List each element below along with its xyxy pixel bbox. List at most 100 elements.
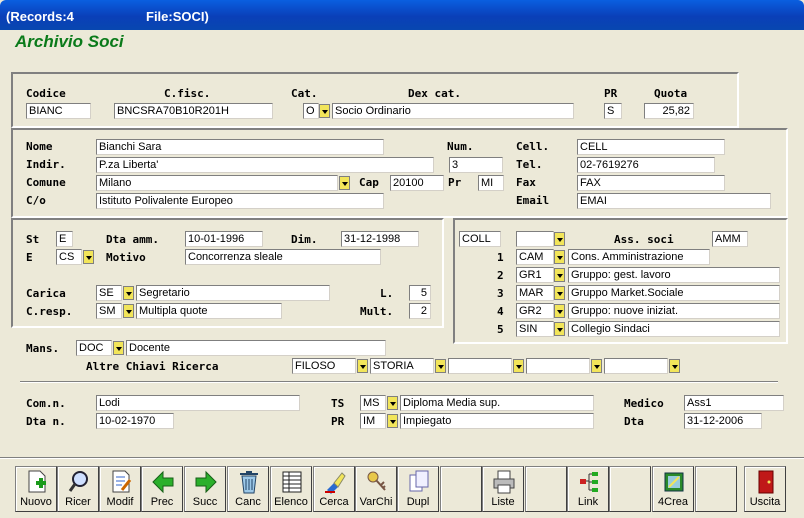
assoc-code-field[interactable]: GR1 (516, 267, 554, 283)
carica-code-field[interactable]: SE (96, 285, 122, 301)
prov-field[interactable]: MI (478, 175, 504, 191)
ts-code-field[interactable]: MS (360, 395, 386, 411)
pr-desc-field[interactable]: Impiegato (400, 413, 594, 429)
cresp-dropdown-icon[interactable] (123, 304, 134, 318)
carica-desc-field[interactable]: Segretario (136, 285, 330, 301)
label-pr-prov: Pr (448, 176, 462, 189)
assoc-dropdown-icon[interactable] (554, 322, 565, 336)
assoc-dropdown-icon[interactable] (554, 304, 565, 318)
assoc-desc-field[interactable]: Gruppo: gest. lavoro (568, 267, 780, 283)
ass-code-field[interactable]: AMM (712, 231, 748, 247)
cresp-code-field[interactable]: SM (96, 303, 122, 319)
toolbar-button-dupl[interactable]: Dupl (397, 466, 439, 512)
cat-dropdown-icon[interactable] (319, 104, 330, 118)
assoc-code-field[interactable]: SIN (516, 321, 554, 337)
assoc-desc-field[interactable]: Cons. Amministrazione (568, 249, 710, 265)
toolbar-button-link[interactable]: Link (567, 466, 609, 512)
nome-field[interactable]: Bianchi Sara (96, 139, 384, 155)
comn-field[interactable]: Lodi (96, 395, 300, 411)
coll-select-field[interactable] (516, 231, 554, 247)
ts-desc-field[interactable]: Diploma Media sup. (400, 395, 594, 411)
toolbar-button-elenco[interactable]: Elenco (270, 466, 312, 512)
quota-field[interactable]: 25,82 (644, 103, 694, 119)
fax-field[interactable]: FAX (577, 175, 725, 191)
chiave4-field[interactable] (526, 358, 590, 374)
assoc-dropdown-icon[interactable] (554, 286, 565, 300)
pr-code-field[interactable]: IM (360, 413, 386, 429)
assoc-code-field[interactable]: CAM (516, 249, 554, 265)
assoc-desc-field[interactable]: Collegio Sindaci (568, 321, 780, 337)
mult-field[interactable]: 2 (409, 303, 431, 319)
medico-field[interactable]: Ass1 (684, 395, 784, 411)
comune-field[interactable]: Milano (96, 175, 338, 191)
toolbar-button-prec[interactable]: Prec (141, 466, 183, 512)
e-code-field[interactable]: CS (56, 249, 82, 265)
indir-field[interactable]: P.za Liberta' (96, 157, 434, 173)
co-field[interactable]: Istituto Polivalente Europeo (96, 193, 384, 209)
carica-dropdown-icon[interactable] (123, 286, 134, 300)
l-field[interactable]: 5 (409, 285, 431, 301)
dtaamm-field[interactable]: 10-01-1996 (185, 231, 263, 247)
chiave2-field[interactable]: STORIA (370, 358, 434, 374)
toolbar-button-cerca[interactable]: Cerca (313, 466, 355, 512)
dim-field[interactable]: 31-12-1998 (341, 231, 419, 247)
chiave5-field[interactable] (604, 358, 668, 374)
toolbar-button-4crea[interactable]: 4Crea (652, 466, 694, 512)
toolbar-button-canc[interactable]: Canc (227, 466, 269, 512)
label-e: E (26, 251, 33, 264)
e-dropdown-icon[interactable] (83, 250, 94, 264)
toolbar-button-label: Liste (491, 496, 515, 508)
assoc-code-field[interactable]: GR2 (516, 303, 554, 319)
toolbar-button-succ[interactable]: Succ (184, 466, 226, 512)
toolbar-button-varchi[interactable]: VarChi (355, 466, 397, 512)
toolbar-button-label: Nuovo (20, 496, 52, 508)
toolbar-button-label: Prec (150, 496, 174, 508)
cat-desc-field[interactable]: Socio Ordinario (332, 103, 574, 119)
toolbar-button-empty[interactable] (695, 466, 737, 512)
mans-code-field[interactable]: DOC (76, 340, 112, 356)
pr-dropdown-icon[interactable] (387, 414, 398, 428)
comune-dropdown-icon[interactable] (339, 176, 350, 190)
codice-field[interactable]: BIANC (26, 103, 91, 119)
assoc-dropdown-icon[interactable] (554, 268, 565, 282)
toolbar-button-uscita[interactable]: Uscita (744, 466, 786, 512)
dta-field[interactable]: 31-12-2006 (684, 413, 762, 429)
assoc-desc-field[interactable]: Gruppo Market.Sociale (568, 285, 780, 301)
chiave2-dropdown-icon[interactable] (435, 359, 446, 373)
tel-field[interactable]: 02-7619276 (577, 157, 715, 173)
chiave3-field[interactable] (448, 358, 512, 374)
assoc-desc-field[interactable]: Gruppo: nuove iniziat. (568, 303, 780, 319)
toolbar-divider (0, 457, 804, 459)
chiave1-dropdown-icon[interactable] (357, 359, 368, 373)
mans-dropdown-icon[interactable] (113, 341, 124, 355)
coll-field[interactable]: COLL (459, 231, 501, 247)
toolbar-button-liste[interactable]: Liste (482, 466, 524, 512)
cfisc-field[interactable]: BNCSRA70B10R201H (114, 103, 273, 119)
motivo-field[interactable]: Concorrenza sleale (185, 249, 381, 265)
chiave4-dropdown-icon[interactable] (591, 359, 602, 373)
toolbar-button-nuovo[interactable]: Nuovo (15, 466, 57, 512)
toolbar-button-empty[interactable] (609, 466, 651, 512)
toolbar-button-ricer[interactable]: Ricer (57, 466, 99, 512)
edit-doc-icon (112, 470, 132, 493)
cat-code-field[interactable]: O (303, 103, 319, 119)
cell-field[interactable]: CELL (577, 139, 725, 155)
num-field[interactable]: 3 (449, 157, 503, 173)
pr-field[interactable]: S (604, 103, 622, 119)
toolbar-button-modif[interactable]: Modif (99, 466, 141, 512)
st-field[interactable]: E (56, 231, 73, 247)
assoc-dropdown-icon[interactable] (554, 250, 565, 264)
cresp-desc-field[interactable]: Multipla quote (136, 303, 282, 319)
cap-field[interactable]: 20100 (390, 175, 444, 191)
email-field[interactable]: EMAI (577, 193, 771, 209)
chiave1-field[interactable]: FILOSO (292, 358, 356, 374)
toolbar-button-empty[interactable] (525, 466, 567, 512)
ts-dropdown-icon[interactable] (387, 396, 398, 410)
chiave5-dropdown-icon[interactable] (669, 359, 680, 373)
assoc-code-field[interactable]: MAR (516, 285, 554, 301)
chiave3-dropdown-icon[interactable] (513, 359, 524, 373)
dtan-field[interactable]: 10-02-1970 (96, 413, 174, 429)
toolbar-button-empty[interactable] (440, 466, 482, 512)
mans-desc-field[interactable]: Docente (126, 340, 386, 356)
coll-dropdown-icon[interactable] (554, 232, 565, 246)
